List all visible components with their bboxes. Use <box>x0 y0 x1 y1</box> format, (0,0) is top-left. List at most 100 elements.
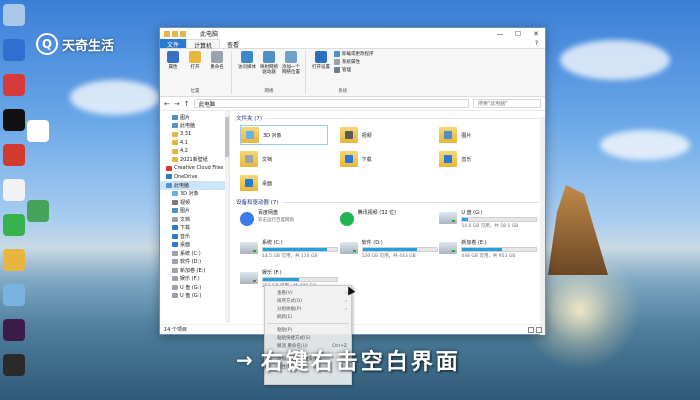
app-music-icon[interactable] <box>3 109 25 131</box>
tab-computer[interactable]: 计算机 <box>186 39 221 50</box>
recycle-bin-icon[interactable] <box>3 4 25 26</box>
forward-button[interactable]: → <box>174 100 180 108</box>
nav-scrollbar[interactable] <box>225 111 229 323</box>
nav-item[interactable]: 音乐 <box>160 232 229 241</box>
cloud <box>600 130 690 160</box>
devices-header[interactable]: 设备和驱动器 (7) <box>236 197 539 207</box>
nav-item-label: 图片 <box>180 114 191 121</box>
folder-item[interactable]: 文档 <box>240 149 340 169</box>
app-qq-icon[interactable] <box>3 179 25 201</box>
device-name: 软件 (D:) <box>361 240 383 246</box>
app-shortcut-item[interactable]: 百度网盘 双击运行百度网盘 <box>240 209 340 235</box>
address-path[interactable]: 此电脑 <box>193 99 469 108</box>
nav-item-label: 下载 <box>180 225 191 232</box>
nav-item[interactable]: 4.1 <box>160 139 229 148</box>
context-menu-item[interactable]: 刷新(E) <box>265 313 351 321</box>
nav-item[interactable]: 3.31 <box>160 130 229 139</box>
nav-item[interactable]: 2021新壁纸 <box>160 156 229 165</box>
app-browser-icon[interactable] <box>27 200 49 222</box>
nav-item[interactable]: 视频 <box>160 198 229 207</box>
nav-item-label: U 盘 (G:) <box>180 284 202 291</box>
map-drive-button[interactable]: 映射网络驱动器 <box>260 51 278 88</box>
context-menu-item[interactable]: 分组依据(P) › <box>265 305 351 313</box>
drive-item[interactable]: 软件 (D:) 120 GB 可用，共 443 GB <box>339 239 440 265</box>
app-blue-icon[interactable] <box>3 39 25 61</box>
folder-icon <box>339 151 358 167</box>
nav-item[interactable]: 图片 <box>160 113 229 122</box>
search-input[interactable]: 搜索"此电脑" <box>473 99 541 108</box>
nav-item[interactable]: 此电脑 <box>160 181 229 190</box>
context-menu-item[interactable]: 排序方式(O) › <box>265 297 351 305</box>
nav-item[interactable]: 桌面 <box>160 241 229 250</box>
device-name: 系统 (C:) <box>262 240 283 246</box>
context-menu-item[interactable]: 粘贴快捷方式(S) <box>265 334 351 342</box>
folder-icon <box>240 151 258 167</box>
tab-view[interactable]: 查看 <box>220 39 246 49</box>
nav-item[interactable]: 文档 <box>160 215 229 224</box>
up-button[interactable]: ↑ <box>184 100 190 108</box>
nav-item[interactable]: Creative Cloud Files <box>160 164 229 173</box>
close-button[interactable]: ✕ <box>527 30 545 38</box>
nav-item-icon <box>172 242 178 248</box>
drive-item[interactable]: U 盘 (G:) 54.0 GB 可用，共 58.5 GB <box>439 209 539 235</box>
app-folder-icon[interactable] <box>3 249 25 271</box>
context-menu-item[interactable]: 粘贴(P) <box>265 326 351 334</box>
app-adobe-icon[interactable] <box>3 319 25 341</box>
nav-item[interactable]: 此电脑 <box>160 122 229 131</box>
app-red-icon[interactable] <box>3 74 25 96</box>
nav-item[interactable]: 4.2 <box>160 147 229 156</box>
quick-access-toolbar[interactable] <box>164 30 194 37</box>
app-file-icon[interactable] <box>27 120 49 142</box>
nav-item[interactable]: 新加卷 (E:) <box>160 266 229 275</box>
nav-item[interactable]: U 盘 (G:) <box>160 283 229 292</box>
context-menu-item[interactable]: 查看(V) › <box>265 289 351 297</box>
app-wps-icon[interactable] <box>3 144 25 166</box>
app-video-icon[interactable] <box>3 354 25 376</box>
nav-item[interactable]: 3D 对象 <box>160 190 229 199</box>
access-media-button[interactable]: 访问媒体 <box>238 51 256 88</box>
small-ribbon-label: 系统属性 <box>342 60 360 65</box>
group-label-location: 位置 <box>190 89 200 94</box>
nav-item[interactable]: 图片 <box>160 207 229 216</box>
folder-icon <box>439 127 458 143</box>
nav-item-icon <box>172 199 178 205</box>
nav-item[interactable]: U 盘 (G:) <box>160 292 229 301</box>
maximize-button[interactable]: ☐ <box>509 30 527 38</box>
app-photo-icon[interactable] <box>3 284 25 306</box>
back-button[interactable]: ← <box>164 100 170 108</box>
open-button[interactable]: 打开 <box>186 51 204 88</box>
nav-item[interactable]: 系统 (C:) <box>160 249 229 258</box>
system-properties-button[interactable]: 系统属性 <box>334 59 374 65</box>
tab-file[interactable]: 文件 <box>160 39 187 49</box>
open-settings-button[interactable]: 打开设置 <box>312 51 330 88</box>
window-titlebar[interactable]: 此电脑 — ☐ ✕ <box>160 28 545 39</box>
properties-button[interactable]: 属性 <box>164 51 182 88</box>
folder-item[interactable]: 桌面 <box>240 173 340 193</box>
large-icons-view-button[interactable] <box>536 326 542 333</box>
add-network-location-button[interactable]: 添加一个网络位置 <box>282 51 300 88</box>
folder-item[interactable]: 3D 对象 <box>240 125 328 145</box>
folders-header[interactable]: 文件夹 (7) <box>236 113 539 123</box>
help-button[interactable]: ? <box>528 39 545 48</box>
folder-item[interactable]: 视频 <box>339 125 440 145</box>
folder-item[interactable]: 音乐 <box>439 149 539 169</box>
access-media-icon <box>241 51 253 63</box>
nav-item[interactable]: OneDrive <box>160 173 229 182</box>
rename-button[interactable]: 重命名 <box>208 51 226 88</box>
uninstall-programs-button[interactable]: 卸载或更改程序 <box>334 51 374 57</box>
drive-item[interactable]: 新加卷 (E:) 448 GB 可用，共 953 GB <box>439 239 539 265</box>
folder-item[interactable]: 图片 <box>439 125 539 145</box>
nav-item[interactable]: 下载 <box>160 224 229 233</box>
details-view-button[interactable] <box>528 326 534 333</box>
app-wechat-icon[interactable] <box>3 214 25 236</box>
app-shortcut-item[interactable]: 腾讯视频 (32 位) <box>339 209 440 235</box>
nav-item[interactable]: 娱乐 (F:) <box>160 275 229 284</box>
manage-button[interactable]: 管理 <box>334 67 374 73</box>
ribbon-group-system: 打开设置 卸载或更改程序 系统属性 管理 系统 <box>312 51 379 94</box>
drive-item[interactable]: 系统 (C:) 14.5 GB 可用，共 110 GB <box>240 239 340 265</box>
nav-item[interactable]: 软件 (D:) <box>160 258 229 267</box>
folder-item[interactable]: 下载 <box>339 149 440 169</box>
content-scrollbar[interactable] <box>540 117 545 335</box>
minimize-button[interactable]: — <box>491 30 509 38</box>
rock-formation <box>548 185 608 275</box>
